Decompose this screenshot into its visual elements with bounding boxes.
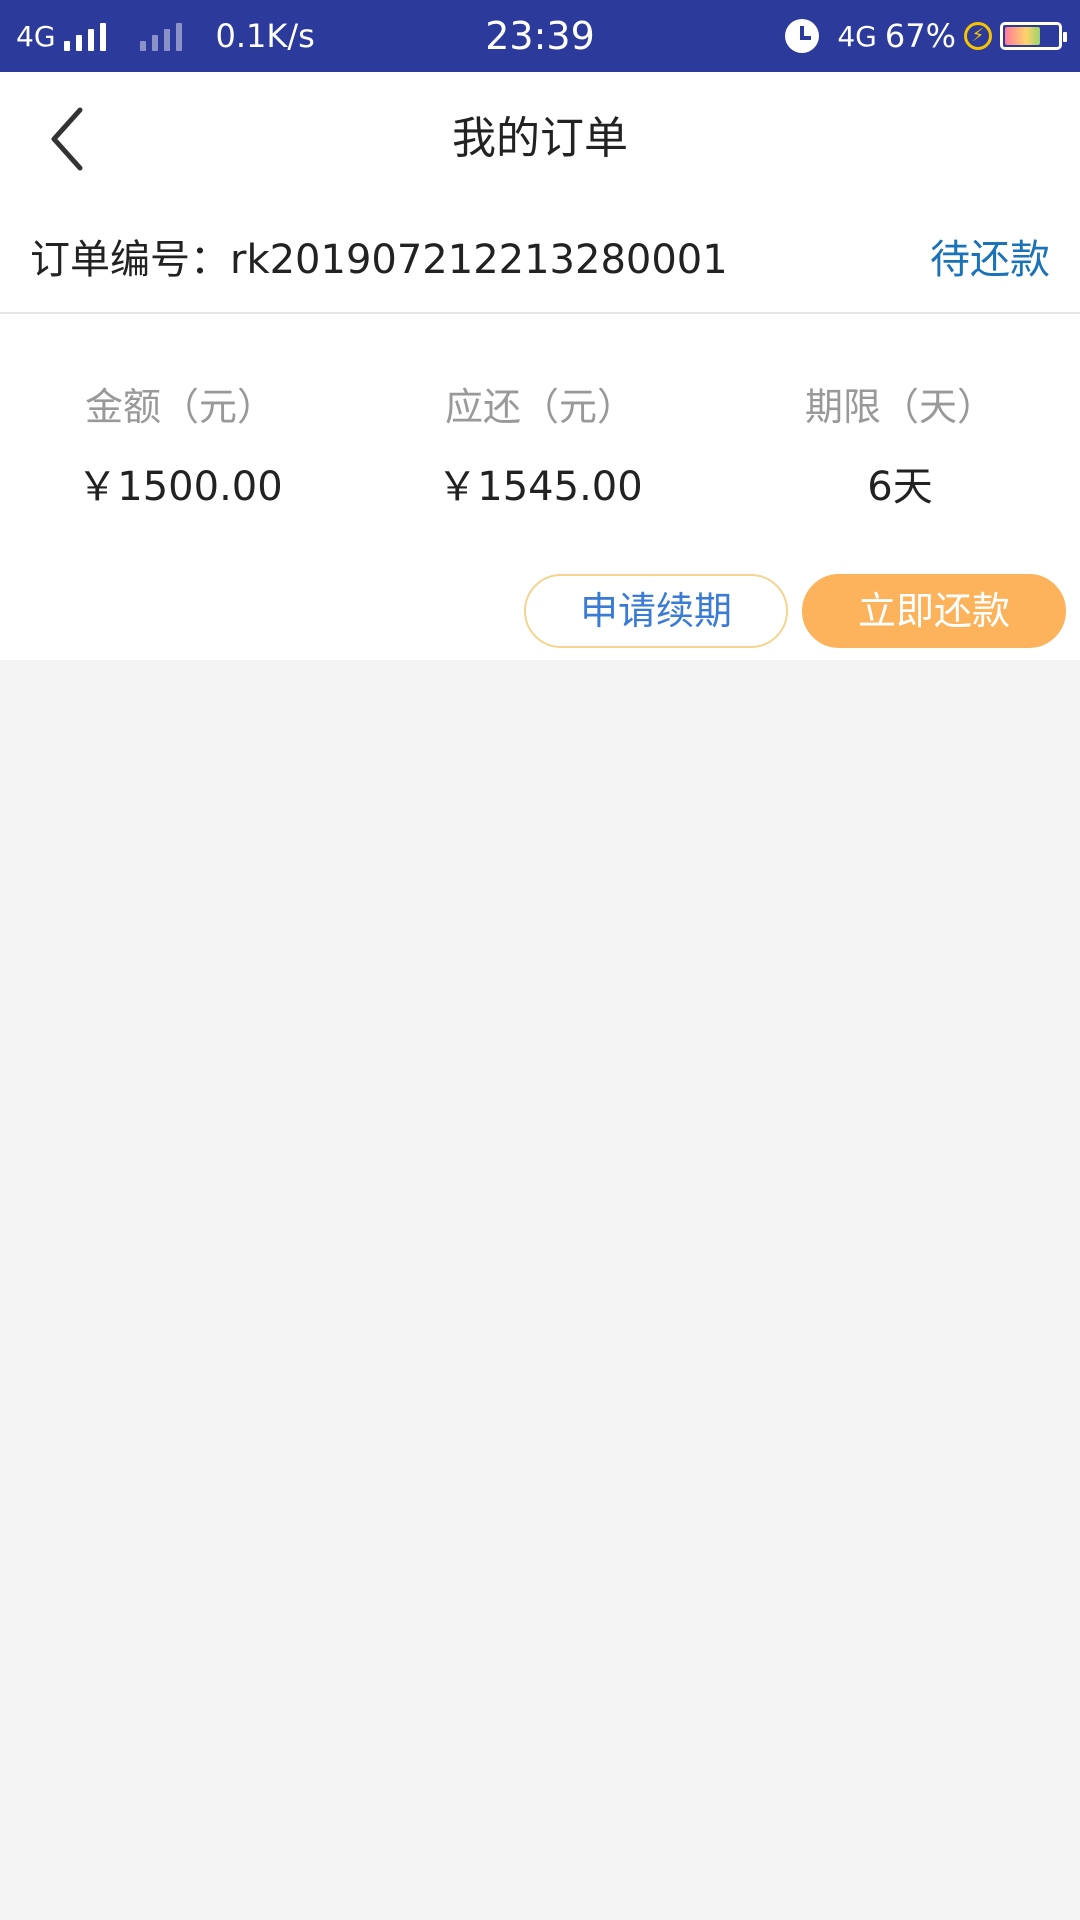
order-info-row: 订单编号：rk201907212213280001 待还款 bbox=[0, 206, 1080, 314]
page-title: 我的订单 bbox=[452, 113, 628, 164]
battery-icon bbox=[1000, 22, 1067, 50]
order-status-badge: 待还款 bbox=[930, 237, 1050, 283]
alarm-icon bbox=[785, 19, 820, 53]
order-number: 订单编号：rk201907212213280001 bbox=[30, 237, 728, 283]
repay-now-button[interactable]: 立即还款 bbox=[802, 574, 1066, 648]
amount-label: 金额（元） bbox=[84, 385, 275, 429]
status-bar: 4G 0.1K/s 23:39 4G 67% ⚡ bbox=[0, 0, 1080, 72]
status-right: 4G 67% ⚡ bbox=[785, 0, 1067, 72]
lightning-bolt-icon: ⚡ bbox=[964, 22, 992, 50]
due-value: ￥1545.00 bbox=[437, 464, 643, 510]
term-value: 6天 bbox=[867, 464, 933, 510]
order-summary: 金额（元） ￥1500.00 应还（元） ￥1545.00 期限（天） 6天 申… bbox=[0, 314, 1080, 660]
apply-renewal-button[interactable]: 申请续期 bbox=[524, 574, 788, 648]
due-label: 应还（元） bbox=[444, 385, 635, 429]
term-label: 期限（天） bbox=[804, 385, 995, 429]
amount-value: ￥1500.00 bbox=[77, 464, 283, 510]
network-type-secondary: 4G bbox=[837, 19, 877, 53]
nav-header: 我的订单 bbox=[0, 72, 1080, 206]
battery-percent: 67% bbox=[884, 17, 956, 55]
